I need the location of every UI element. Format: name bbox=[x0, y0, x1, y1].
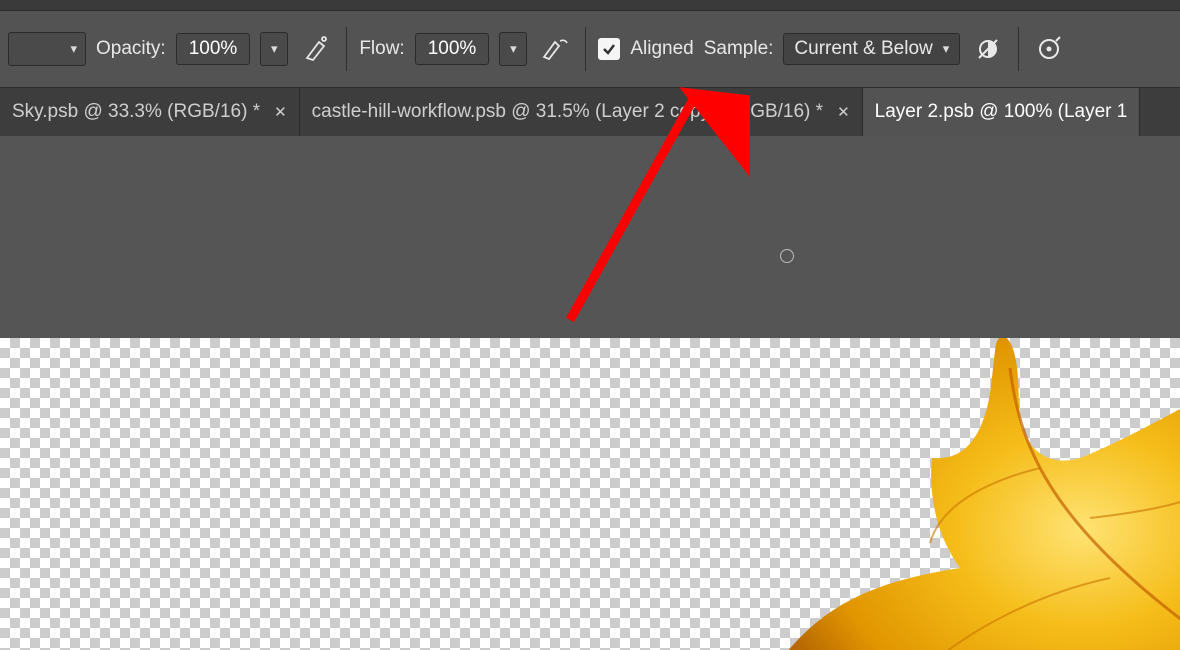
aligned-label: Aligned bbox=[630, 38, 693, 60]
separator bbox=[346, 27, 347, 71]
sample-value: Current & Below bbox=[794, 38, 932, 60]
document-tabs-bar: Sky.psb @ 33.3% (RGB/16) * ✕ castle-hill… bbox=[0, 88, 1180, 136]
ignore-adjustment-layers-icon[interactable] bbox=[970, 31, 1006, 67]
brush-cursor-icon bbox=[780, 249, 794, 263]
tab-label: Layer 2.psb @ 100% (Layer 1 bbox=[875, 101, 1128, 123]
close-icon[interactable]: ✕ bbox=[837, 103, 850, 121]
opacity-label: Opacity: bbox=[96, 38, 166, 60]
brush-preset-dropdown[interactable]: ▾ bbox=[8, 32, 86, 66]
chevron-down-icon: ▾ bbox=[510, 41, 517, 57]
canvas-pasteboard bbox=[0, 136, 1180, 338]
sample-dropdown[interactable]: Current & Below ▾ bbox=[783, 33, 960, 65]
flow-dropdown[interactable]: ▾ bbox=[499, 32, 527, 66]
flow-value[interactable]: 100% bbox=[415, 33, 490, 65]
close-icon[interactable]: ✕ bbox=[274, 103, 287, 121]
menubar-strip bbox=[0, 0, 1180, 10]
chevron-down-icon: ▾ bbox=[70, 41, 77, 57]
canvas-transparency-area[interactable] bbox=[0, 338, 1180, 650]
tool-options-bar: ▾ Opacity: 100% ▾ Flow: 100% ▾ Aligned S… bbox=[0, 10, 1180, 88]
leaf-image bbox=[660, 338, 1180, 650]
chevron-down-icon: ▾ bbox=[271, 41, 278, 57]
tab-document[interactable]: Sky.psb @ 33.3% (RGB/16) * ✕ bbox=[0, 88, 300, 136]
tab-label: castle-hill-workflow.psb @ 31.5% (Layer … bbox=[312, 101, 823, 123]
sample-label: Sample: bbox=[704, 38, 774, 60]
separator bbox=[585, 27, 586, 71]
aligned-checkbox[interactable] bbox=[598, 38, 620, 60]
separator bbox=[1018, 27, 1019, 71]
tab-document[interactable]: castle-hill-workflow.psb @ 31.5% (Layer … bbox=[300, 88, 863, 136]
pressure-size-icon[interactable] bbox=[1031, 31, 1067, 67]
pressure-opacity-icon[interactable] bbox=[298, 31, 334, 67]
chevron-down-icon: ▾ bbox=[943, 41, 950, 57]
tab-document[interactable]: Layer 2.psb @ 100% (Layer 1 bbox=[863, 88, 1141, 136]
opacity-value[interactable]: 100% bbox=[176, 33, 251, 65]
flow-label: Flow: bbox=[359, 38, 404, 60]
opacity-dropdown[interactable]: ▾ bbox=[260, 32, 288, 66]
tab-label: Sky.psb @ 33.3% (RGB/16) * bbox=[12, 101, 260, 123]
airbrush-icon[interactable] bbox=[537, 31, 573, 67]
